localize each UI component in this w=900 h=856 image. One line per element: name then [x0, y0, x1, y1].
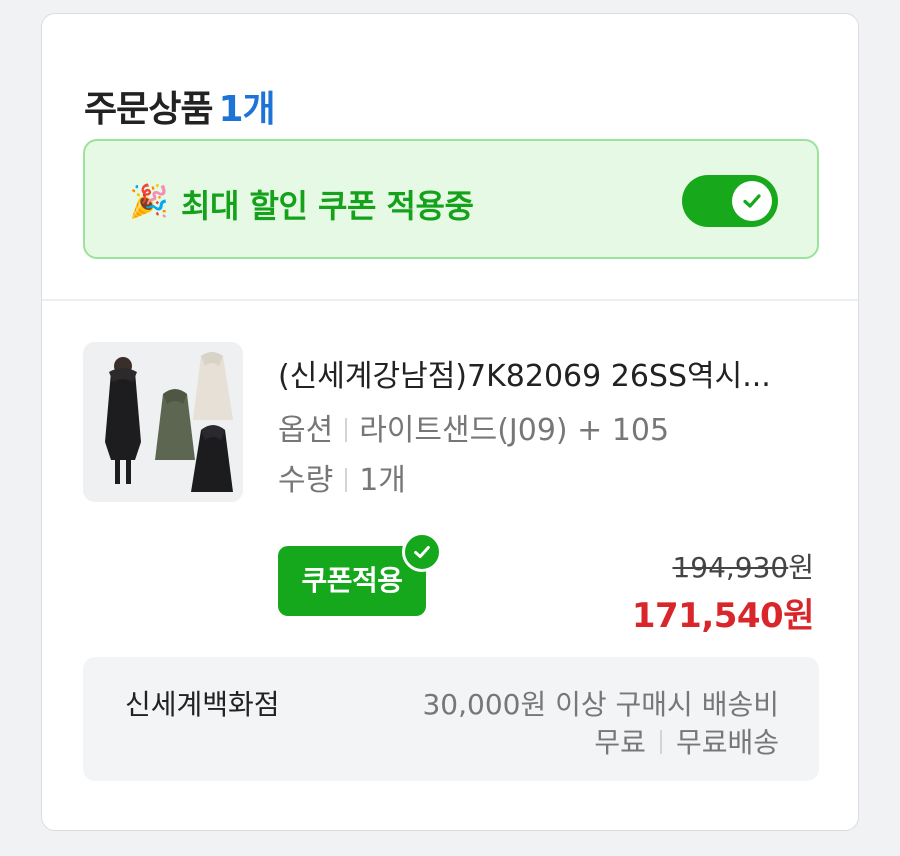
quantity-value: 1개: [359, 463, 406, 498]
order-items-title-text: 주문상품: [84, 89, 213, 130]
option-value: 라이트샌드(J09) + 105: [359, 413, 670, 448]
order-items-count: 1개: [218, 89, 275, 130]
option-label: 옵션: [278, 413, 334, 448]
coupon-applied-text: 최대 할인 쿠폰 적용중: [181, 187, 474, 225]
product-image: [83, 342, 243, 502]
check-icon: [743, 194, 761, 208]
sale-price: 171,540원: [631, 596, 815, 636]
shipping-condition: 30,000원 이상 구매시 배송비: [422, 688, 779, 721]
original-price-number: 194,930: [672, 551, 789, 584]
party-popper-icon: 🎉: [129, 182, 169, 220]
order-items-card: 주문상품 1개 🎉 최대 할인 쿠폰 적용중 (신세계강남점)7K82069 2…: [41, 13, 859, 831]
shipping-fee: 무료: [594, 726, 646, 759]
original-price: 194,930원: [672, 546, 814, 586]
quantity-separator: [345, 468, 348, 492]
max-discount-coupon-banner: 🎉 최대 할인 쿠폰 적용중: [83, 139, 819, 259]
product-option-row: 옵션 라이트샌드(J09) + 105: [278, 405, 669, 449]
coupon-toggle[interactable]: [682, 175, 778, 227]
coupon-applied-check-icon: [402, 532, 442, 572]
toggle-knob: [732, 181, 772, 221]
product-quantity-row: 수량 1개: [278, 455, 406, 499]
option-separator: [345, 418, 348, 442]
product-thumbnail[interactable]: [83, 342, 243, 502]
order-items-title: 주문상품 1개: [84, 80, 276, 132]
shipping-fee-row: 무료 무료배송: [594, 721, 779, 761]
shipping-info-box: 신세계백화점 30,000원 이상 구매시 배송비 무료 무료배송: [83, 657, 819, 781]
original-price-unit: 원: [788, 551, 814, 584]
check-icon: [414, 545, 430, 559]
shipping-separator: [659, 730, 662, 754]
product-name[interactable]: (신세계강남점)7K82069 26SS역시...: [278, 351, 818, 395]
shipping-type: 무료배송: [675, 726, 779, 759]
seller-name: 신세계백화점: [125, 688, 280, 721]
section-divider: [42, 299, 858, 301]
quantity-label: 수량: [278, 463, 334, 498]
